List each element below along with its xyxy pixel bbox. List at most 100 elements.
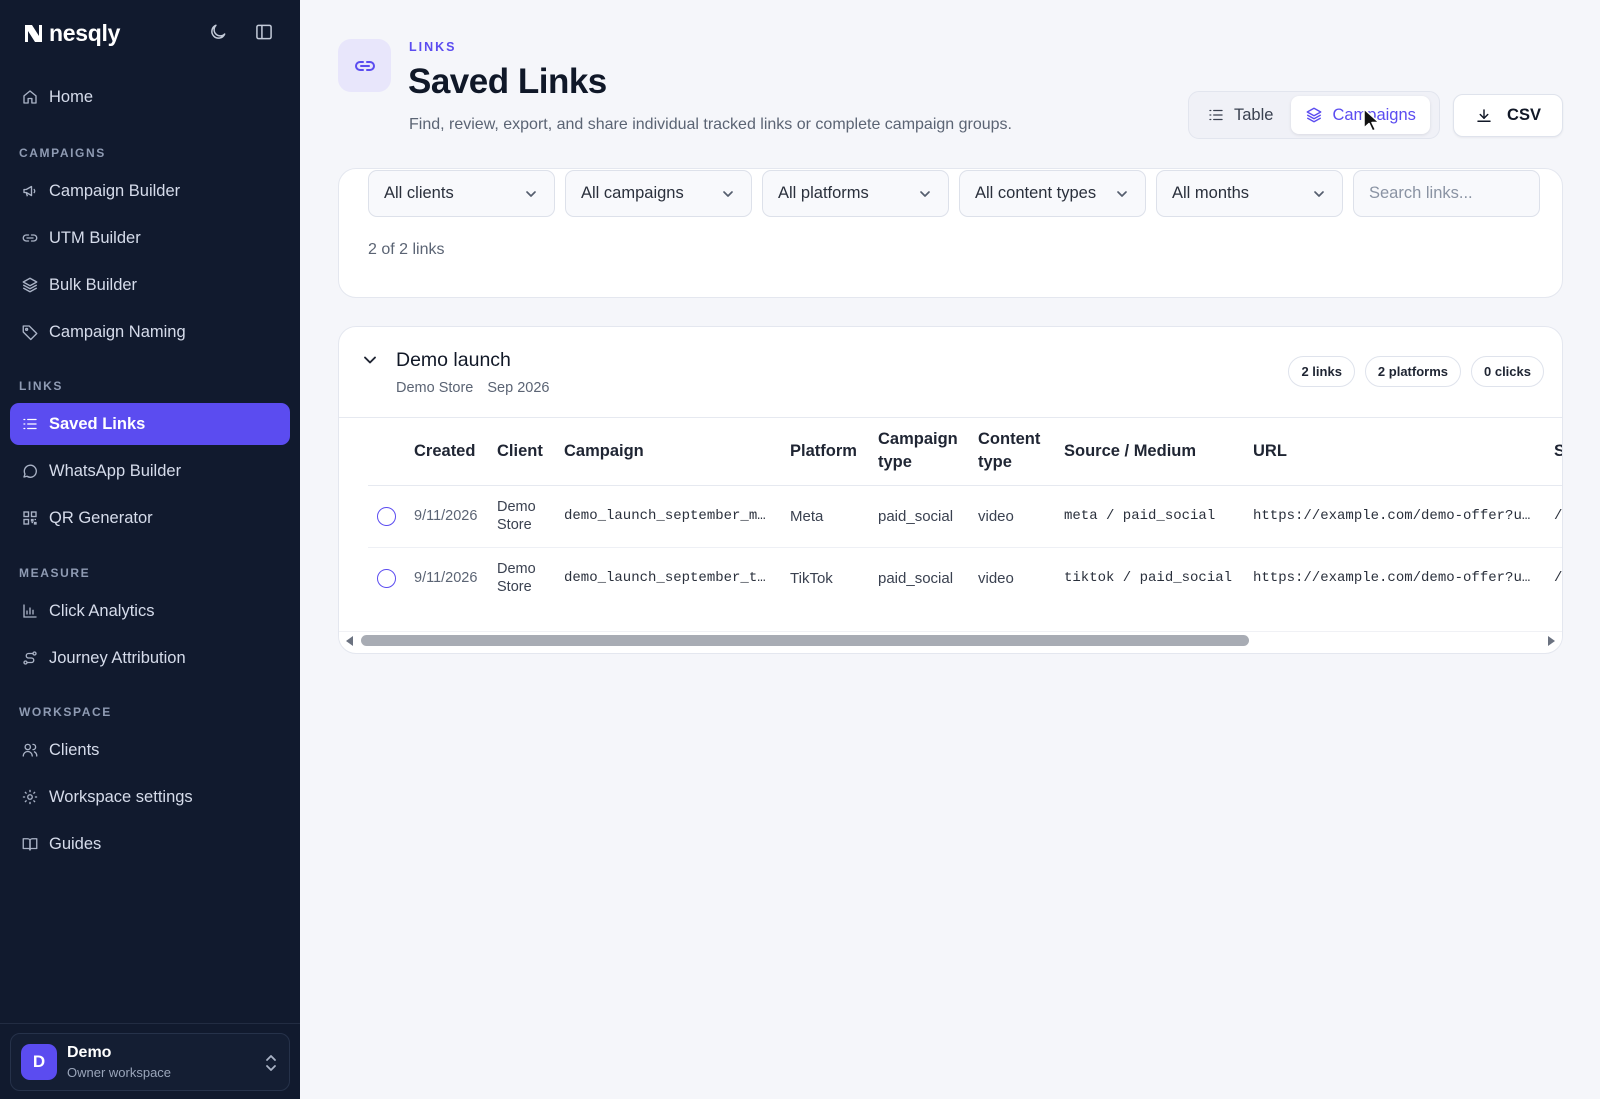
sidebar-item-campaign-naming[interactable]: Campaign Naming [10, 311, 290, 353]
column-campaign[interactable]: Campaign [564, 418, 790, 486]
campaign-filter-select[interactable]: All campaigns [565, 170, 752, 217]
workspace-switcher[interactable]: D Demo Owner workspace [10, 1033, 290, 1091]
sidebar-item-clients[interactable]: Clients [10, 729, 290, 771]
cell-content-type: video [978, 485, 1064, 548]
view-campaigns-button[interactable]: Campaigns [1291, 96, 1430, 134]
column-url[interactable]: URL [1253, 418, 1554, 486]
column-content-type[interactable]: Content type [978, 418, 1064, 486]
route-icon [23, 651, 37, 665]
megaphone-icon [23, 185, 36, 197]
sidebar-item-home[interactable]: Home [10, 76, 290, 118]
home-icon [23, 90, 37, 104]
cell-source-medium: tiktok / paid_social [1064, 570, 1233, 587]
sidebar-item-label: Campaign Builder [49, 181, 181, 200]
workspace-role: Owner workspace [67, 1065, 172, 1080]
page-title: Saved Links [408, 62, 607, 101]
view-toggle: Table Campaigns [1188, 91, 1440, 139]
section-label-links: LINKS [19, 379, 63, 393]
column-next[interactable]: S [1554, 418, 1562, 486]
export-csv-button[interactable]: CSV [1453, 94, 1563, 137]
scroll-left-arrow-icon[interactable] [346, 636, 353, 646]
sidebar-item-workspace-settings[interactable]: Workspace settings [10, 776, 290, 818]
column-source-medium[interactable]: Source / Medium [1064, 418, 1253, 486]
sidebar-item-label: QR Generator [49, 508, 153, 527]
cell-client: Demo Store [497, 561, 536, 596]
view-table-button[interactable]: Table [1193, 96, 1287, 134]
month-filter-value: All months [1172, 184, 1250, 202]
month-filter-select[interactable]: All months [1156, 170, 1343, 217]
sidebar-item-whatsapp-builder[interactable]: WhatsApp Builder [10, 450, 290, 492]
platform-filter-value: All platforms [778, 184, 869, 202]
cell-platform: Meta [790, 485, 878, 548]
brand-name: nesqly [49, 19, 121, 46]
sidebar-item-label: Click Analytics [49, 601, 155, 620]
section-label-workspace: WORKSPACE [19, 705, 112, 719]
horizontal-scrollbar[interactable] [339, 631, 1562, 647]
list-icon [23, 418, 37, 430]
sidebar-item-journey-attribution[interactable]: Journey Attribution [10, 637, 290, 679]
platforms-count-badge: 2 platforms [1364, 356, 1461, 387]
csv-label: CSV [1507, 106, 1541, 124]
campaign-group-title: Demo launch [396, 349, 511, 371]
sidebar-item-label: Workspace settings [49, 787, 193, 806]
platform-filter-select[interactable]: All platforms [762, 170, 949, 217]
sidebar-item-click-analytics[interactable]: Click Analytics [10, 590, 290, 632]
moon-icon[interactable] [208, 22, 228, 42]
cell-campaign: demo_launch_september_m… [564, 485, 790, 548]
links-table-scroll[interactable]: Created Client Campaign Platform Campaig… [368, 418, 1562, 631]
links-count-badge: 2 links [1288, 356, 1355, 387]
view-campaigns-label: Campaigns [1332, 105, 1416, 124]
scrollbar-thumb[interactable] [361, 635, 1249, 646]
links-table: Created Client Campaign Platform Campaig… [368, 418, 1562, 609]
brand-logo[interactable]: nesqly [22, 18, 120, 48]
sidebar-toggle-icon[interactable] [254, 22, 274, 42]
cell-platform: TikTok [790, 569, 833, 587]
results-count: 2 of 2 links [368, 241, 445, 258]
campaign-group-header[interactable]: Demo launch Demo Store Sep 2026 2 links … [339, 327, 1562, 418]
table-row[interactable]: 9/11/2026 Demo Store demo_launch_septemb… [368, 485, 1562, 548]
column-select [368, 418, 414, 486]
column-platform[interactable]: Platform [790, 418, 878, 486]
sidebar-item-label: Journey Attribution [49, 648, 186, 667]
search-input[interactable] [1353, 170, 1540, 217]
content-type-filter-select[interactable]: All content types [959, 170, 1146, 217]
column-created[interactable]: Created [414, 418, 497, 486]
chevron-down-icon[interactable] [361, 351, 379, 369]
nesqly-logo-icon [25, 25, 42, 42]
sidebar-item-label: Clients [49, 740, 100, 759]
clicks-count-badge: 0 clicks [1471, 356, 1544, 387]
campaign-filter-value: All campaigns [581, 184, 684, 202]
cell-client: Demo Store [497, 485, 564, 548]
table-row[interactable]: 9/11/2026 Demo Store demo_launch_septemb… [368, 547, 1562, 609]
sidebar-item-qr-generator[interactable]: QR Generator [10, 497, 290, 539]
table-header-row: Created Client Campaign Platform Campaig… [368, 418, 1562, 486]
cell-created: 9/11/2026 [414, 570, 478, 587]
page-eyebrow: LINKS [409, 40, 457, 54]
sidebar-item-label: Saved Links [49, 414, 146, 433]
tag-icon [22, 325, 38, 341]
sidebar-item-saved-links[interactable]: Saved Links [10, 403, 290, 445]
sidebar-item-utm-builder[interactable]: UTM Builder [10, 217, 290, 259]
sidebar-item-campaign-builder[interactable]: Campaign Builder [10, 170, 290, 212]
layers-icon [22, 277, 38, 293]
sidebar-item-bulk-builder[interactable]: Bulk Builder [10, 264, 290, 306]
chevron-down-icon [1314, 190, 1324, 197]
column-campaign-type[interactable]: Campaign type [878, 418, 978, 486]
client-filter-value: All clients [384, 184, 454, 202]
client-filter-select[interactable]: All clients [368, 170, 555, 217]
cell-url[interactable]: https://example.com/demo-offer?u… [1253, 485, 1554, 548]
column-client[interactable]: Client [497, 418, 564, 486]
sidebar-item-label: Bulk Builder [49, 275, 138, 294]
sidebar-item-label: Home [49, 87, 94, 106]
scroll-right-arrow-icon[interactable] [1548, 636, 1555, 646]
row-select-checkbox[interactable] [377, 568, 396, 588]
content-type-filter-value: All content types [975, 184, 1097, 202]
campaign-group-month: Sep 2026 [487, 380, 550, 396]
sidebar-item-label: WhatsApp Builder [49, 461, 182, 480]
row-select-checkbox[interactable] [377, 506, 396, 526]
view-table-label: Table [1234, 105, 1274, 124]
cell-url[interactable]: https://example.com/demo-offer?u… [1253, 547, 1554, 609]
sidebar-item-guides[interactable]: Guides [10, 823, 290, 865]
bar-chart-icon [23, 604, 37, 618]
sidebar-divider [0, 1023, 300, 1024]
